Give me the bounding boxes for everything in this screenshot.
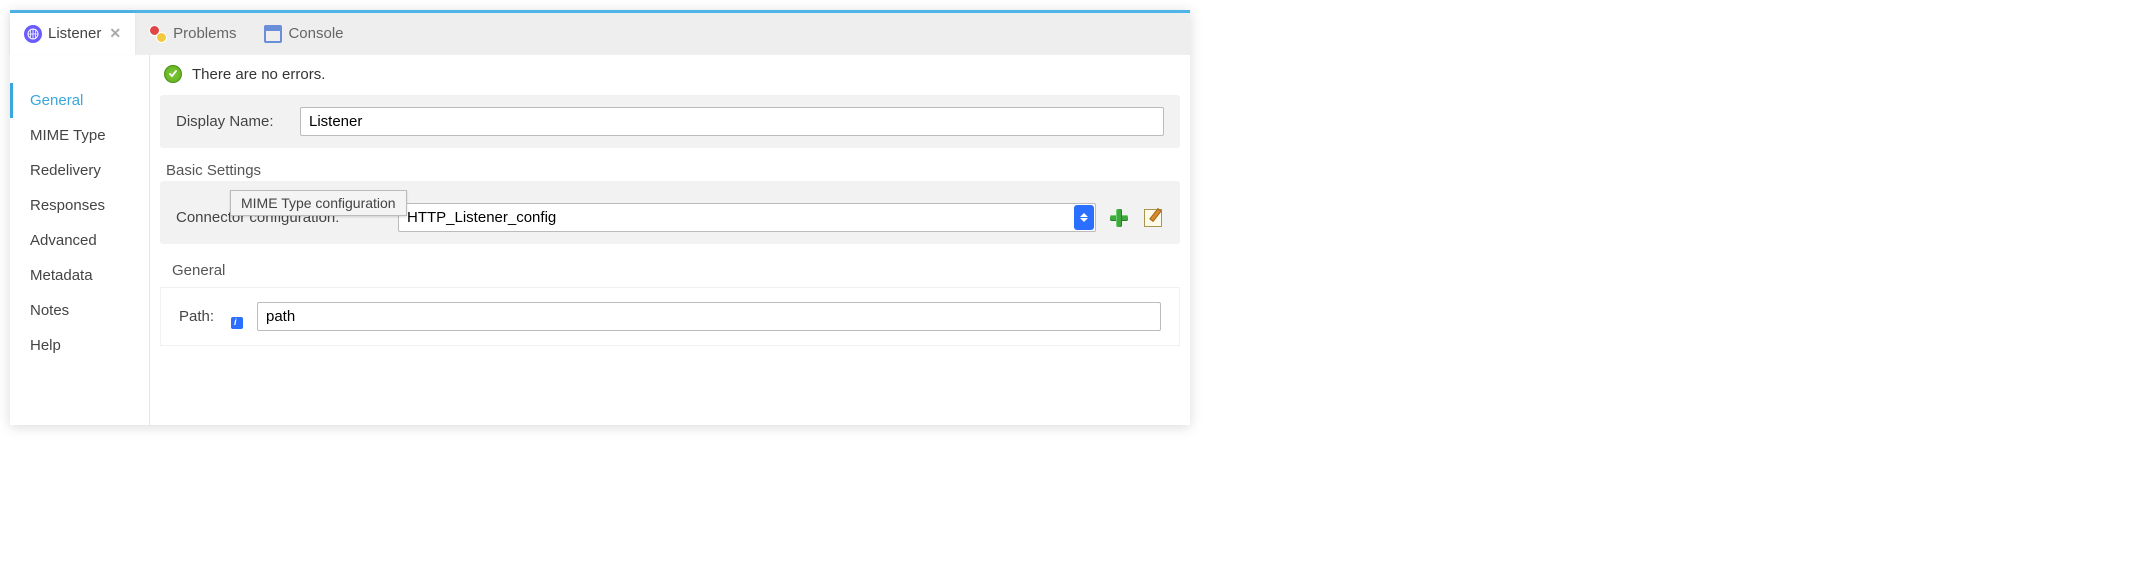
panel-body: General MIME Type Redelivery Responses A… xyxy=(10,55,1190,425)
sidebar-item-advanced[interactable]: Advanced xyxy=(10,223,149,258)
display-name-section: Display Name: xyxy=(160,95,1180,148)
general-group-label: General xyxy=(150,250,1190,287)
path-input[interactable] xyxy=(257,302,1161,331)
path-label: Path: xyxy=(179,308,219,325)
globe-icon xyxy=(24,25,42,43)
tooltip: MIME Type configuration xyxy=(230,190,407,216)
problems-icon xyxy=(149,25,167,43)
sidebar-item-general[interactable]: General xyxy=(10,83,149,118)
sidebar: General MIME Type Redelivery Responses A… xyxy=(10,55,150,425)
tab-console[interactable]: Console xyxy=(250,13,357,55)
sidebar-item-responses[interactable]: Responses xyxy=(10,188,149,223)
general-group: Path: xyxy=(160,287,1180,346)
console-icon xyxy=(264,25,282,43)
status-bar: There are no errors. xyxy=(150,55,1190,95)
sidebar-item-redelivery[interactable]: Redelivery xyxy=(10,153,149,188)
main-content: There are no errors. Display Name: Basic… xyxy=(150,55,1190,425)
pencil-icon xyxy=(1144,209,1162,227)
close-icon[interactable]: ✕ xyxy=(109,25,121,42)
sidebar-item-notes[interactable]: Notes xyxy=(10,293,149,328)
config-panel: Listener ✕ Problems Console General MIME… xyxy=(10,10,1190,425)
dropdown-icon[interactable] xyxy=(1074,205,1094,230)
plus-icon xyxy=(1110,209,1128,227)
display-name-input[interactable] xyxy=(300,107,1164,136)
connector-config-value[interactable] xyxy=(398,203,1096,232)
check-icon xyxy=(164,65,182,83)
tab-bar: Listener ✕ Problems Console xyxy=(10,13,1190,55)
tab-label: Problems xyxy=(173,25,236,42)
sidebar-item-help[interactable]: Help xyxy=(10,328,149,363)
tab-label: Listener xyxy=(48,25,101,42)
tab-label: Console xyxy=(288,25,343,42)
connector-config-select[interactable] xyxy=(398,203,1096,232)
basic-settings-label: Basic Settings xyxy=(150,154,1190,181)
tab-problems[interactable]: Problems xyxy=(135,13,250,55)
add-button[interactable] xyxy=(1108,207,1130,229)
display-name-label: Display Name: xyxy=(176,113,288,130)
status-message: There are no errors. xyxy=(192,66,325,83)
info-icon[interactable] xyxy=(231,317,243,329)
sidebar-item-metadata[interactable]: Metadata xyxy=(10,258,149,293)
sidebar-item-mime-type[interactable]: MIME Type xyxy=(10,118,149,153)
tab-listener[interactable]: Listener ✕ xyxy=(10,13,135,55)
edit-button[interactable] xyxy=(1142,207,1164,229)
